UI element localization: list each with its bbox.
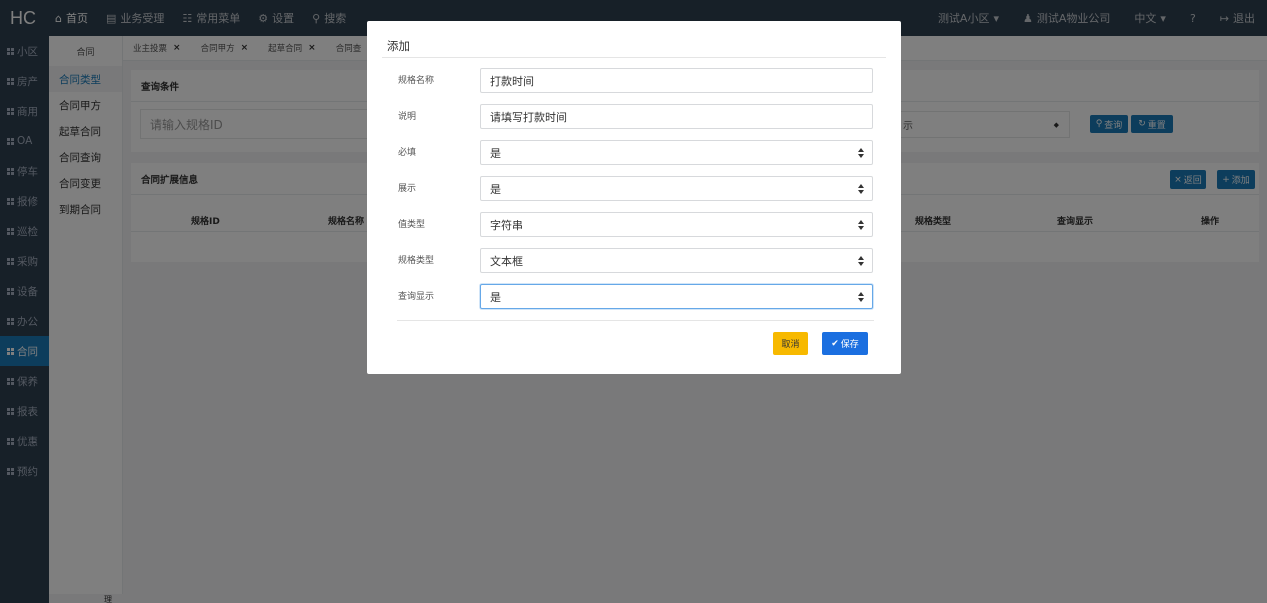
- spec-name-input[interactable]: 打款时间: [480, 68, 873, 93]
- updown-icon: [858, 256, 864, 266]
- description-input[interactable]: 请填写打款时间: [480, 104, 873, 129]
- label-value-type: 值类型: [398, 220, 426, 230]
- label-spec-type: 规格类型: [398, 256, 435, 266]
- cancel-button[interactable]: 取消: [773, 332, 808, 355]
- required-select[interactable]: 是: [480, 140, 873, 165]
- value-type-select[interactable]: 字符串: [480, 212, 873, 237]
- add-dialog: 添加 规格名称 打款时间 说明 请填写打款时间 必填 是 展示 是 值类型 字符…: [367, 21, 901, 374]
- dialog-title: 添加: [387, 39, 410, 53]
- label-display: 展示: [398, 184, 417, 194]
- label-spec-name: 规格名称: [398, 76, 435, 86]
- divider: [397, 320, 874, 321]
- label-query-display: 查询显示: [398, 292, 435, 302]
- updown-icon: [858, 184, 864, 194]
- display-select[interactable]: 是: [480, 176, 873, 201]
- updown-icon: [858, 220, 864, 230]
- save-button[interactable]: ✔ 保存: [822, 332, 868, 355]
- label-description: 说明: [398, 112, 417, 122]
- label-required: 必填: [398, 148, 417, 158]
- spec-type-select[interactable]: 文本框: [480, 248, 873, 273]
- query-display-select-modal[interactable]: 是: [480, 284, 873, 309]
- divider: [382, 57, 886, 58]
- updown-icon: [858, 292, 864, 302]
- check-icon: ✔: [831, 338, 839, 349]
- updown-icon: [858, 148, 864, 158]
